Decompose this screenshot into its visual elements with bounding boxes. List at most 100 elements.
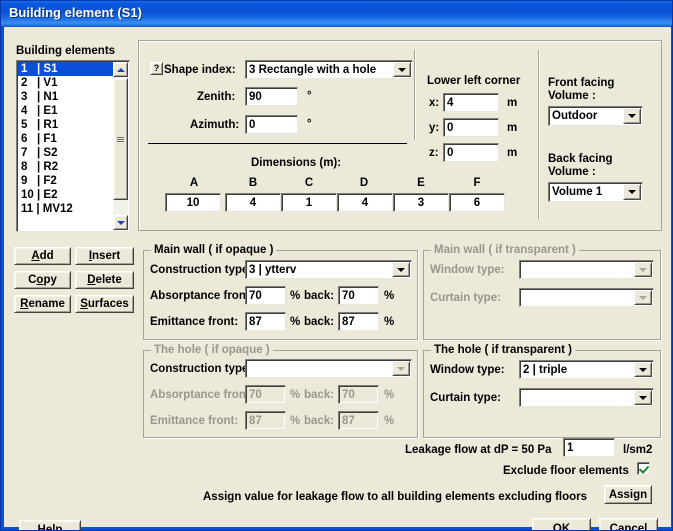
dimension-input-a[interactable]: 10	[165, 193, 221, 212]
list-item[interactable]: 7 | S2	[18, 146, 115, 160]
list-item[interactable]: 8 | R2	[18, 160, 115, 174]
dimension-input-b[interactable]: 4	[225, 193, 281, 212]
exclude-floor-elements-checkbox[interactable]	[637, 462, 650, 475]
copy-button[interactable]: Copy	[14, 271, 71, 289]
hole-transparent-caption: The hole ( if transparent )	[431, 344, 576, 356]
main-wall-emittance-label: Emittance front:	[150, 316, 239, 328]
list-item[interactable]: 4 | E1	[18, 104, 115, 118]
title-bar[interactable]: Building element (S1)	[1, 1, 672, 28]
back-facing-volume-combo[interactable]: Volume 1	[548, 182, 643, 202]
ok-button[interactable]: OK	[532, 518, 591, 530]
main-wall-absorptance-front-percent: %	[290, 290, 301, 302]
back-facing-label-1: Back facing	[548, 153, 613, 165]
list-item[interactable]: 1 | S1	[18, 62, 115, 76]
main-wall-curtain-type-combo	[519, 288, 654, 307]
corner-z-unit: m	[507, 147, 518, 159]
help-button-label: Help	[37, 524, 63, 531]
listbox-scrollbar[interactable]	[113, 62, 128, 230]
corner-x-label: x:	[429, 97, 440, 109]
dimension-input-e[interactable]: 3	[393, 193, 449, 212]
insert-button[interactable]: Insert	[75, 247, 134, 265]
copy-button-label: Copy	[28, 274, 57, 286]
shape-index-label: Shape index:	[164, 64, 236, 76]
hole-emittance-back-label: back:	[304, 415, 335, 427]
zenith-label: Zenith:	[197, 91, 236, 103]
chevron-down-icon	[639, 295, 647, 300]
front-facing-volume-combo[interactable]: Outdoor	[548, 106, 643, 126]
separator-vertical-right	[538, 50, 539, 219]
hole-window-type-combo[interactable]: 2 | triple	[519, 360, 654, 379]
hole-window-type-dropdown-button[interactable]	[634, 362, 652, 377]
chevron-down-icon	[397, 366, 405, 371]
chevron-down-icon	[398, 67, 406, 72]
back-facing-label-2: Volume :	[548, 166, 596, 178]
list-item[interactable]: 5 | R1	[18, 118, 115, 132]
list-item[interactable]: 2 | V1	[18, 76, 115, 90]
add-button[interactable]: Add	[14, 247, 71, 265]
leakage-flow-input[interactable]: 1	[563, 438, 615, 457]
corner-y-input[interactable]: 0	[443, 118, 499, 137]
back-facing-dropdown-button[interactable]	[623, 184, 641, 200]
main-wall-absorptance-front-input[interactable]: 70	[245, 286, 286, 305]
main-wall-transparent-caption: Main wall ( if transparent )	[431, 244, 579, 256]
main-wall-absorptance-back-input[interactable]: 70	[338, 286, 379, 305]
corner-y-unit: m	[507, 122, 518, 134]
scroll-down-button[interactable]	[113, 215, 128, 230]
zenith-input[interactable]: 90	[245, 87, 298, 106]
chevron-down-icon	[639, 267, 647, 272]
shape-index-dropdown-button[interactable]	[393, 62, 411, 77]
rename-button-label: Rename	[20, 298, 65, 310]
list-item[interactable]: 3 | N1	[18, 90, 115, 104]
list-item[interactable]: 6 | F1	[18, 132, 115, 146]
help-icon-glyph: ?	[153, 63, 160, 73]
assign-button[interactable]: Assign	[604, 485, 652, 504]
list-item[interactable]: 11 | MV12	[18, 202, 115, 216]
surfaces-button[interactable]: Surfaces	[75, 295, 134, 313]
list-item[interactable]: 10 | E2	[18, 188, 115, 202]
shape-index-combo[interactable]: 3 Rectangle with a hole	[245, 60, 413, 79]
scroll-up-button[interactable]	[113, 62, 128, 77]
help-icon[interactable]: ?	[150, 62, 163, 75]
main-wall-window-type-label: Window type:	[430, 264, 505, 276]
dimension-input-d[interactable]: 4	[337, 193, 393, 212]
zenith-unit: °	[307, 90, 312, 102]
hole-absorptance-front-percent: %	[290, 389, 301, 401]
main-wall-emittance-front-input[interactable]: 87	[245, 312, 286, 331]
azimuth-unit: °	[307, 118, 312, 130]
dimension-input-c[interactable]: 1	[281, 193, 337, 212]
azimuth-input[interactable]: 0	[245, 115, 298, 134]
hole-window-type-value: 2 | triple	[523, 363, 568, 376]
building-elements-label: Building elements	[16, 45, 116, 57]
main-wall-construction-dropdown-button[interactable]	[392, 262, 410, 277]
hole-curtain-type-combo[interactable]	[519, 388, 654, 407]
building-elements-listbox[interactable]: 1 | S1 2 | V1 3 | N1 4 | E1 5 | R1 6 | F…	[16, 60, 130, 232]
main-wall-transparent-group: Main wall ( if transparent ) Window type…	[423, 244, 661, 340]
surfaces-button-label: Surfaces	[80, 298, 129, 310]
hole-emittance-front-percent: %	[290, 415, 301, 427]
help-button[interactable]: Help	[19, 520, 81, 531]
window-title: Building element (S1)	[9, 5, 142, 20]
dimension-input-f[interactable]: 6	[449, 193, 505, 212]
main-wall-construction-combo[interactable]: 3 | ytterv	[245, 260, 412, 279]
back-facing-volume-value: Volume 1	[552, 186, 603, 198]
list-item[interactable]: 9 | F2	[18, 174, 115, 188]
hole-curtain-type-dropdown-button[interactable]	[634, 390, 652, 405]
cancel-button[interactable]: Cancel	[599, 518, 658, 530]
front-facing-dropdown-button[interactable]	[623, 108, 641, 124]
rename-button[interactable]: Rename	[14, 295, 71, 313]
chevron-down-icon	[116, 220, 125, 225]
azimuth-label: Azimuth:	[190, 119, 240, 131]
delete-button[interactable]: Delete	[75, 271, 134, 289]
hole-absorptance-front-input: 70	[245, 385, 286, 404]
corner-z-input[interactable]: 0	[443, 143, 499, 162]
add-button-label: Add	[31, 250, 54, 262]
scrollbar-thumb[interactable]	[113, 78, 128, 200]
hole-emittance-back-input: 87	[338, 411, 379, 430]
corner-x-input[interactable]: 4	[443, 93, 499, 112]
main-wall-emittance-back-input[interactable]: 87	[338, 312, 379, 331]
main-wall-curtain-type-label: Curtain type:	[430, 292, 501, 304]
leakage-flow-label: Leakage flow at dP = 50 Pa	[405, 444, 552, 456]
dimension-header-a: A	[189, 177, 199, 189]
chevron-down-icon	[639, 395, 647, 400]
hole-transparent-group: The hole ( if transparent ) Window type:…	[423, 344, 661, 438]
